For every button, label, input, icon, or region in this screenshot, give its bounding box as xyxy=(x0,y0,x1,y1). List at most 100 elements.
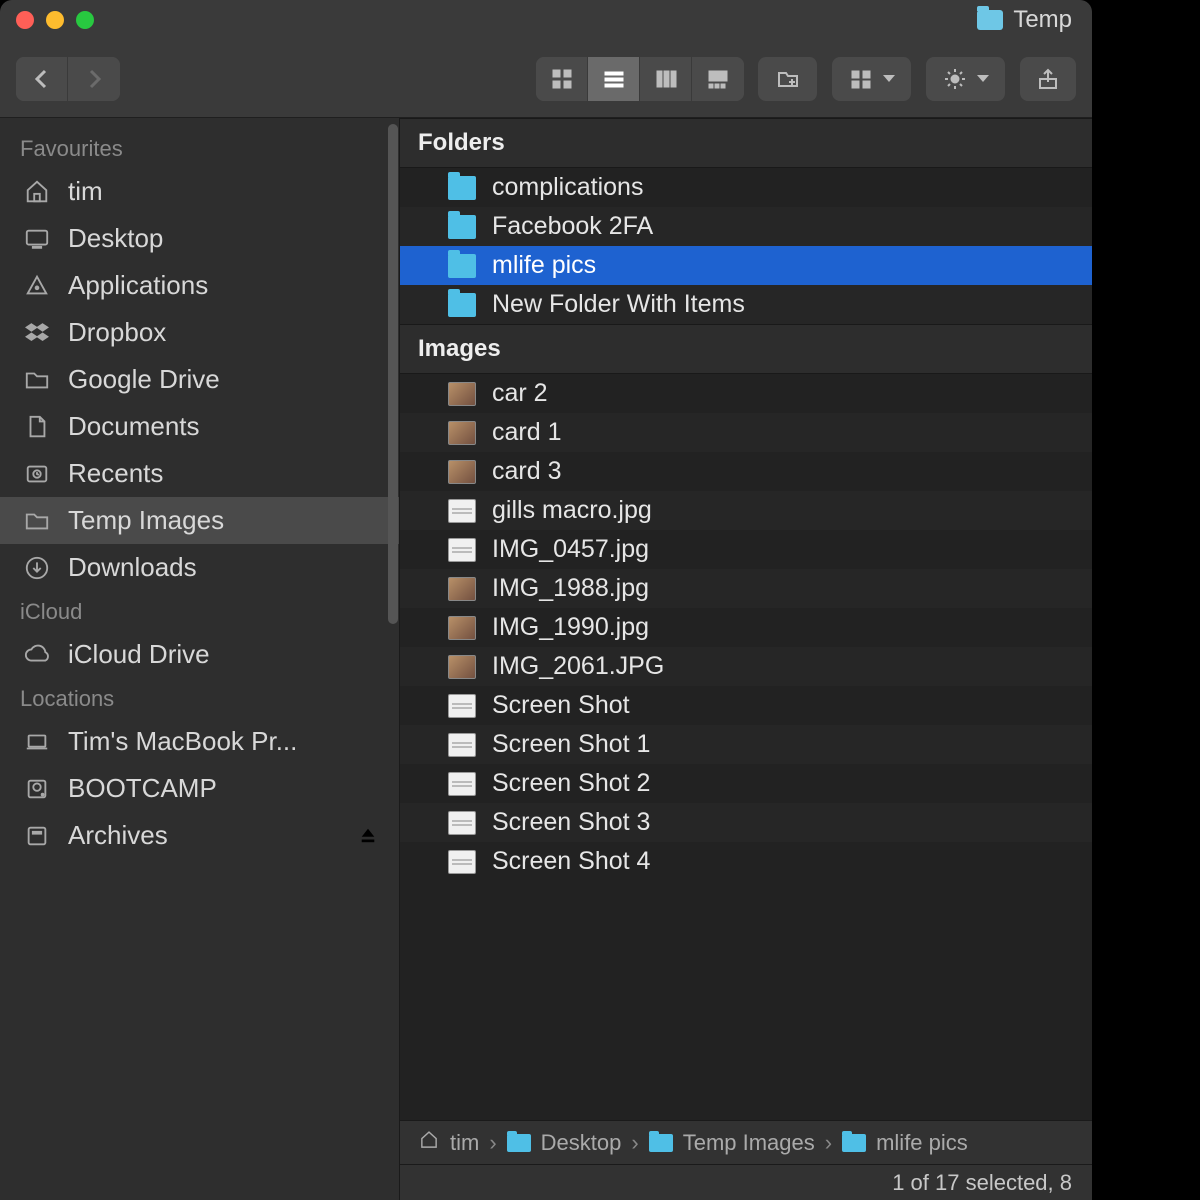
sidebar-scrollbar[interactable] xyxy=(388,124,398,624)
eject-icon[interactable] xyxy=(359,820,377,851)
window-body: FavouritestimDesktopApplicationsDropboxG… xyxy=(0,118,1092,1200)
folder-icon xyxy=(448,293,476,317)
folder-icon xyxy=(507,1134,531,1152)
share-button[interactable] xyxy=(1020,57,1076,101)
file-row[interactable]: Screen Shot 3 xyxy=(400,803,1092,842)
image-thumbnail-icon xyxy=(448,772,476,796)
file-row[interactable]: IMG_2061.JPG xyxy=(400,647,1092,686)
forward-button[interactable] xyxy=(68,57,120,101)
file-row[interactable]: IMG_1990.jpg xyxy=(400,608,1092,647)
close-button[interactable] xyxy=(16,11,34,29)
folder-icon xyxy=(448,215,476,239)
sidebar-item-documents[interactable]: Documents xyxy=(0,403,399,450)
sidebar-item-label: Documents xyxy=(68,411,200,442)
sidebar-section-header: Favourites xyxy=(0,128,399,168)
file-row[interactable]: Screen Shot 4 xyxy=(400,842,1092,881)
file-row[interactable]: Screen Shot 1 xyxy=(400,725,1092,764)
titlebar: Temp xyxy=(0,0,1092,40)
view-mode-buttons xyxy=(536,57,744,101)
list-view-button[interactable] xyxy=(588,57,640,101)
file-row[interactable]: car 2 xyxy=(400,374,1092,413)
back-button[interactable] xyxy=(16,57,68,101)
file-row[interactable]: card 1 xyxy=(400,413,1092,452)
image-thumbnail-icon xyxy=(448,694,476,718)
file-row[interactable]: IMG_0457.jpg xyxy=(400,530,1092,569)
file-name: IMG_0457.jpg xyxy=(492,535,649,564)
file-row[interactable]: New Folder With Items xyxy=(400,285,1092,324)
sidebar-item-tim[interactable]: tim xyxy=(0,168,399,215)
file-name: Screen Shot 3 xyxy=(492,808,650,837)
folder-icon xyxy=(649,1134,673,1152)
file-row[interactable]: card 3 xyxy=(400,452,1092,491)
sidebar-item-dropbox[interactable]: Dropbox xyxy=(0,309,399,356)
image-thumbnail-icon xyxy=(448,382,476,406)
folder-icon xyxy=(22,508,52,534)
file-row[interactable]: complications xyxy=(400,168,1092,207)
file-row[interactable]: Facebook 2FA xyxy=(400,207,1092,246)
file-name: gills macro.jpg xyxy=(492,496,652,525)
sidebar-item-label: Downloads xyxy=(68,552,197,583)
file-name: IMG_2061.JPG xyxy=(492,652,664,681)
file-row[interactable]: gills macro.jpg xyxy=(400,491,1092,530)
zoom-button[interactable] xyxy=(76,11,94,29)
folder-icon xyxy=(448,176,476,200)
folder-icon xyxy=(977,10,1003,30)
sidebar-item-applications[interactable]: Applications xyxy=(0,262,399,309)
dropbox-icon xyxy=(22,320,52,346)
path-bar: tim›Desktop›Temp Images›mlife pics xyxy=(400,1120,1092,1164)
sidebar-item-google-drive[interactable]: Google Drive xyxy=(0,356,399,403)
file-row[interactable]: Screen Shot xyxy=(400,686,1092,725)
path-segment[interactable]: mlife pics xyxy=(876,1130,968,1156)
sidebar-item-label: iCloud Drive xyxy=(68,639,210,670)
sidebar-item-downloads[interactable]: Downloads xyxy=(0,544,399,591)
file-name: car 2 xyxy=(492,379,548,408)
folder-icon xyxy=(842,1134,866,1152)
recents-icon xyxy=(22,461,52,487)
file-name: Screen Shot 1 xyxy=(492,730,650,759)
image-thumbnail-icon xyxy=(448,655,476,679)
path-segment[interactable]: tim xyxy=(450,1130,479,1156)
file-row[interactable]: mlife pics xyxy=(400,246,1092,285)
icon-view-button[interactable] xyxy=(536,57,588,101)
sidebar-item-recents[interactable]: Recents xyxy=(0,450,399,497)
gallery-view-button[interactable] xyxy=(692,57,744,101)
file-name: mlife pics xyxy=(492,251,596,280)
apps-icon xyxy=(22,273,52,299)
group-by-button[interactable] xyxy=(832,57,912,101)
sidebar-item-label: Dropbox xyxy=(68,317,166,348)
sidebar-item-label: Applications xyxy=(68,270,208,301)
sidebar-item-label: Google Drive xyxy=(68,364,220,395)
path-segment[interactable]: Temp Images xyxy=(683,1130,815,1156)
path-separator: › xyxy=(489,1130,496,1156)
status-text: 1 of 17 selected, 8 xyxy=(892,1170,1072,1196)
column-view-button[interactable] xyxy=(640,57,692,101)
sidebar-item-tim-s-macbook-pr-[interactable]: Tim's MacBook Pr... xyxy=(0,718,399,765)
file-name: New Folder With Items xyxy=(492,290,745,319)
image-thumbnail-icon xyxy=(448,577,476,601)
image-thumbnail-icon xyxy=(448,616,476,640)
path-segment[interactable]: Desktop xyxy=(541,1130,622,1156)
nav-buttons xyxy=(16,57,120,101)
sidebar-item-label: Archives xyxy=(68,820,168,851)
file-row[interactable]: IMG_1988.jpg xyxy=(400,569,1092,608)
sidebar-item-desktop[interactable]: Desktop xyxy=(0,215,399,262)
sidebar-item-archives[interactable]: Archives xyxy=(0,812,399,859)
sidebar: FavouritestimDesktop Applications Dropbox G… xyxy=(0,118,400,1200)
minimize-button[interactable] xyxy=(46,11,64,29)
sidebar-item-icloud-drive[interactable]: iCloud Drive xyxy=(0,631,399,678)
image-thumbnail-icon xyxy=(448,460,476,484)
sidebar-item-label: Recents xyxy=(68,458,163,489)
sidebar-item-label: Temp Images xyxy=(68,505,224,536)
action-menu-button[interactable] xyxy=(926,57,1006,101)
sidebar-item-bootcamp[interactable]: BOOTCAMP xyxy=(0,765,399,812)
path-separator: › xyxy=(825,1130,832,1156)
new-folder-button[interactable] xyxy=(758,57,818,101)
file-row[interactable]: Screen Shot 2 xyxy=(400,764,1092,803)
image-thumbnail-icon xyxy=(448,538,476,562)
folder-icon xyxy=(22,367,52,393)
image-thumbnail-icon xyxy=(448,733,476,757)
sidebar-item-temp-images[interactable]: Temp Images xyxy=(0,497,399,544)
home-icon xyxy=(22,179,52,205)
image-thumbnail-icon xyxy=(448,811,476,835)
file-name: complications xyxy=(492,173,643,202)
